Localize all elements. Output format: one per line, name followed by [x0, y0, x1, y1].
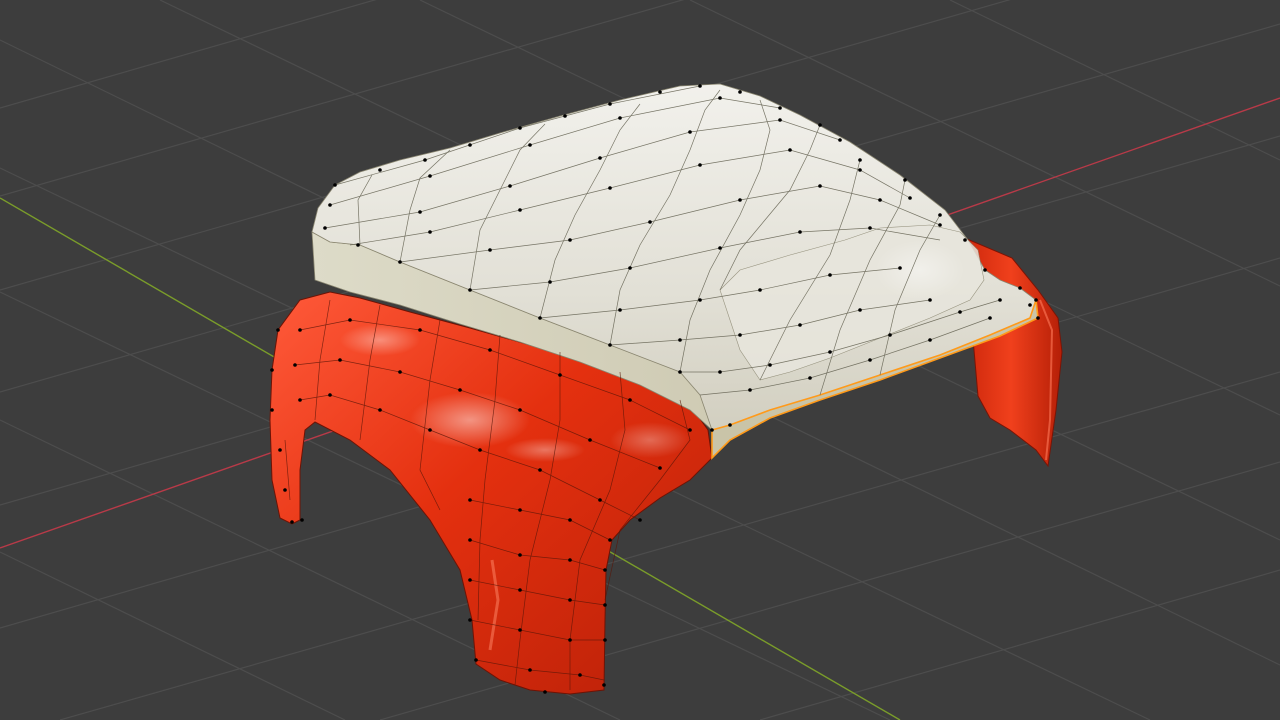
- viewport-canvas[interactable]: [0, 0, 1280, 720]
- 3d-viewport[interactable]: [0, 0, 1280, 720]
- vehicle-cab-mesh[interactable]: [269, 83, 1063, 695]
